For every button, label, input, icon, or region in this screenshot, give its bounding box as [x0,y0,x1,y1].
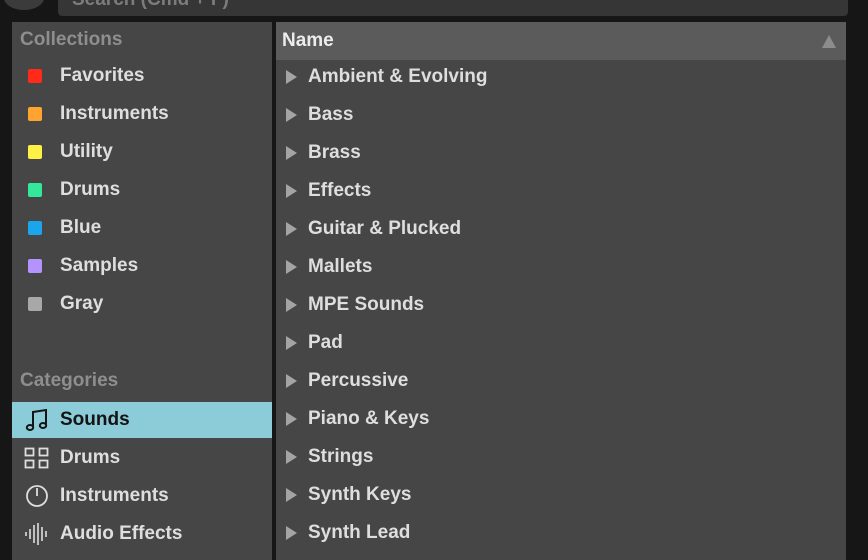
color-swatch [28,107,42,121]
collection-label: Samples [60,255,139,276]
color-swatch [28,69,42,83]
list-item[interactable]: Mallets [276,248,846,286]
expand-triangle-icon[interactable] [286,146,297,160]
search-bar [0,0,868,20]
music-note-icon [25,408,48,431]
browser-toggle-button[interactable] [4,0,44,10]
collection-label: Blue [60,217,102,238]
collection-item-gray[interactable]: Gray [12,286,272,322]
expand-triangle-icon[interactable] [286,108,297,122]
category-label: Audio Effects [60,523,183,544]
expand-triangle-icon[interactable] [286,374,297,388]
color-swatch [28,183,42,197]
sidebar: Collections Favorites Instruments Utilit… [12,22,272,560]
expand-triangle-icon[interactable] [286,412,297,426]
browser-window: Collections Favorites Instruments Utilit… [0,0,868,560]
list-item[interactable]: Effects [276,172,846,210]
expand-triangle-icon[interactable] [286,260,297,274]
expand-triangle-icon[interactable] [286,298,297,312]
collection-label: Drums [60,179,121,200]
expand-triangle-icon[interactable] [286,488,297,502]
category-item-instruments[interactable]: Instruments [12,478,272,514]
list-item[interactable]: Percussive [276,362,846,400]
list-item-label: Mallets [308,256,373,277]
expand-triangle-icon[interactable] [286,222,297,236]
color-swatch [28,145,42,159]
sort-ascending-icon[interactable] [822,35,836,48]
list-item-label: MPE Sounds [308,294,425,315]
category-item-drums[interactable]: Drums [12,440,272,476]
collection-label: Instruments [60,103,169,124]
expand-triangle-icon[interactable] [286,450,297,464]
color-swatch [28,259,42,273]
power-icon [26,485,48,507]
collection-item-samples[interactable]: Samples [12,248,272,284]
collection-item-favorites[interactable]: Favorites [12,58,272,94]
list-item-label: Percussive [308,370,409,391]
list-item-label: Effects [308,180,372,201]
list-item[interactable]: MPE Sounds [276,286,846,324]
search-box[interactable] [58,0,848,16]
category-item-sounds[interactable]: Sounds [12,402,272,438]
list-item-label: Pad [308,332,343,353]
waveform-icon [25,523,47,545]
category-label: Instruments [60,485,169,506]
right-edge [846,22,868,560]
collection-item-utility[interactable]: Utility [12,134,272,170]
category-label: Drums [60,447,121,468]
category-label: Sounds [60,409,130,430]
expand-triangle-icon[interactable] [286,184,297,198]
list-item[interactable]: Brass [276,134,846,172]
list-item-label: Strings [308,446,374,467]
expand-triangle-icon[interactable] [286,526,297,540]
list-item-label: Synth Lead [308,522,411,543]
list-item-label: Piano & Keys [308,408,430,429]
list-item[interactable]: Synth Lead [276,514,846,552]
list-item[interactable]: Bass [276,96,846,134]
list-item-label: Brass [308,142,361,163]
color-swatch [28,221,42,235]
name-column-header[interactable]: Name [276,22,846,60]
collection-label: Favorites [60,65,145,86]
collection-item-instruments[interactable]: Instruments [12,96,272,132]
list-item[interactable]: Ambient & Evolving [276,58,846,96]
list-item[interactable]: Synth Keys [276,476,846,514]
collection-label: Utility [60,141,113,162]
collection-item-blue[interactable]: Blue [12,210,272,246]
list-item-label: Synth Keys [308,484,412,505]
expand-triangle-icon[interactable] [286,336,297,350]
list-item-label: Bass [308,104,354,125]
color-swatch [28,297,42,311]
content-list: Name Ambient & Evolving Bass Brass Effec… [276,22,846,560]
list-item[interactable]: Pad [276,324,846,362]
list-item-label: Guitar & Plucked [308,218,462,239]
collection-item-drums[interactable]: Drums [12,172,272,208]
list-item-label: Ambient & Evolving [308,66,488,87]
column-header-label: Name [282,30,334,51]
category-item-audio-effects[interactable]: Audio Effects [12,516,272,552]
collection-label: Gray [60,293,104,314]
grid-icon [24,447,49,469]
categories-title: Categories [20,370,119,391]
collections-title: Collections [20,29,123,50]
list-item[interactable]: Strings [276,438,846,476]
search-input[interactable] [72,0,672,14]
expand-triangle-icon[interactable] [286,70,297,84]
list-item[interactable]: Guitar & Plucked [276,210,846,248]
list-item[interactable]: Piano & Keys [276,400,846,438]
